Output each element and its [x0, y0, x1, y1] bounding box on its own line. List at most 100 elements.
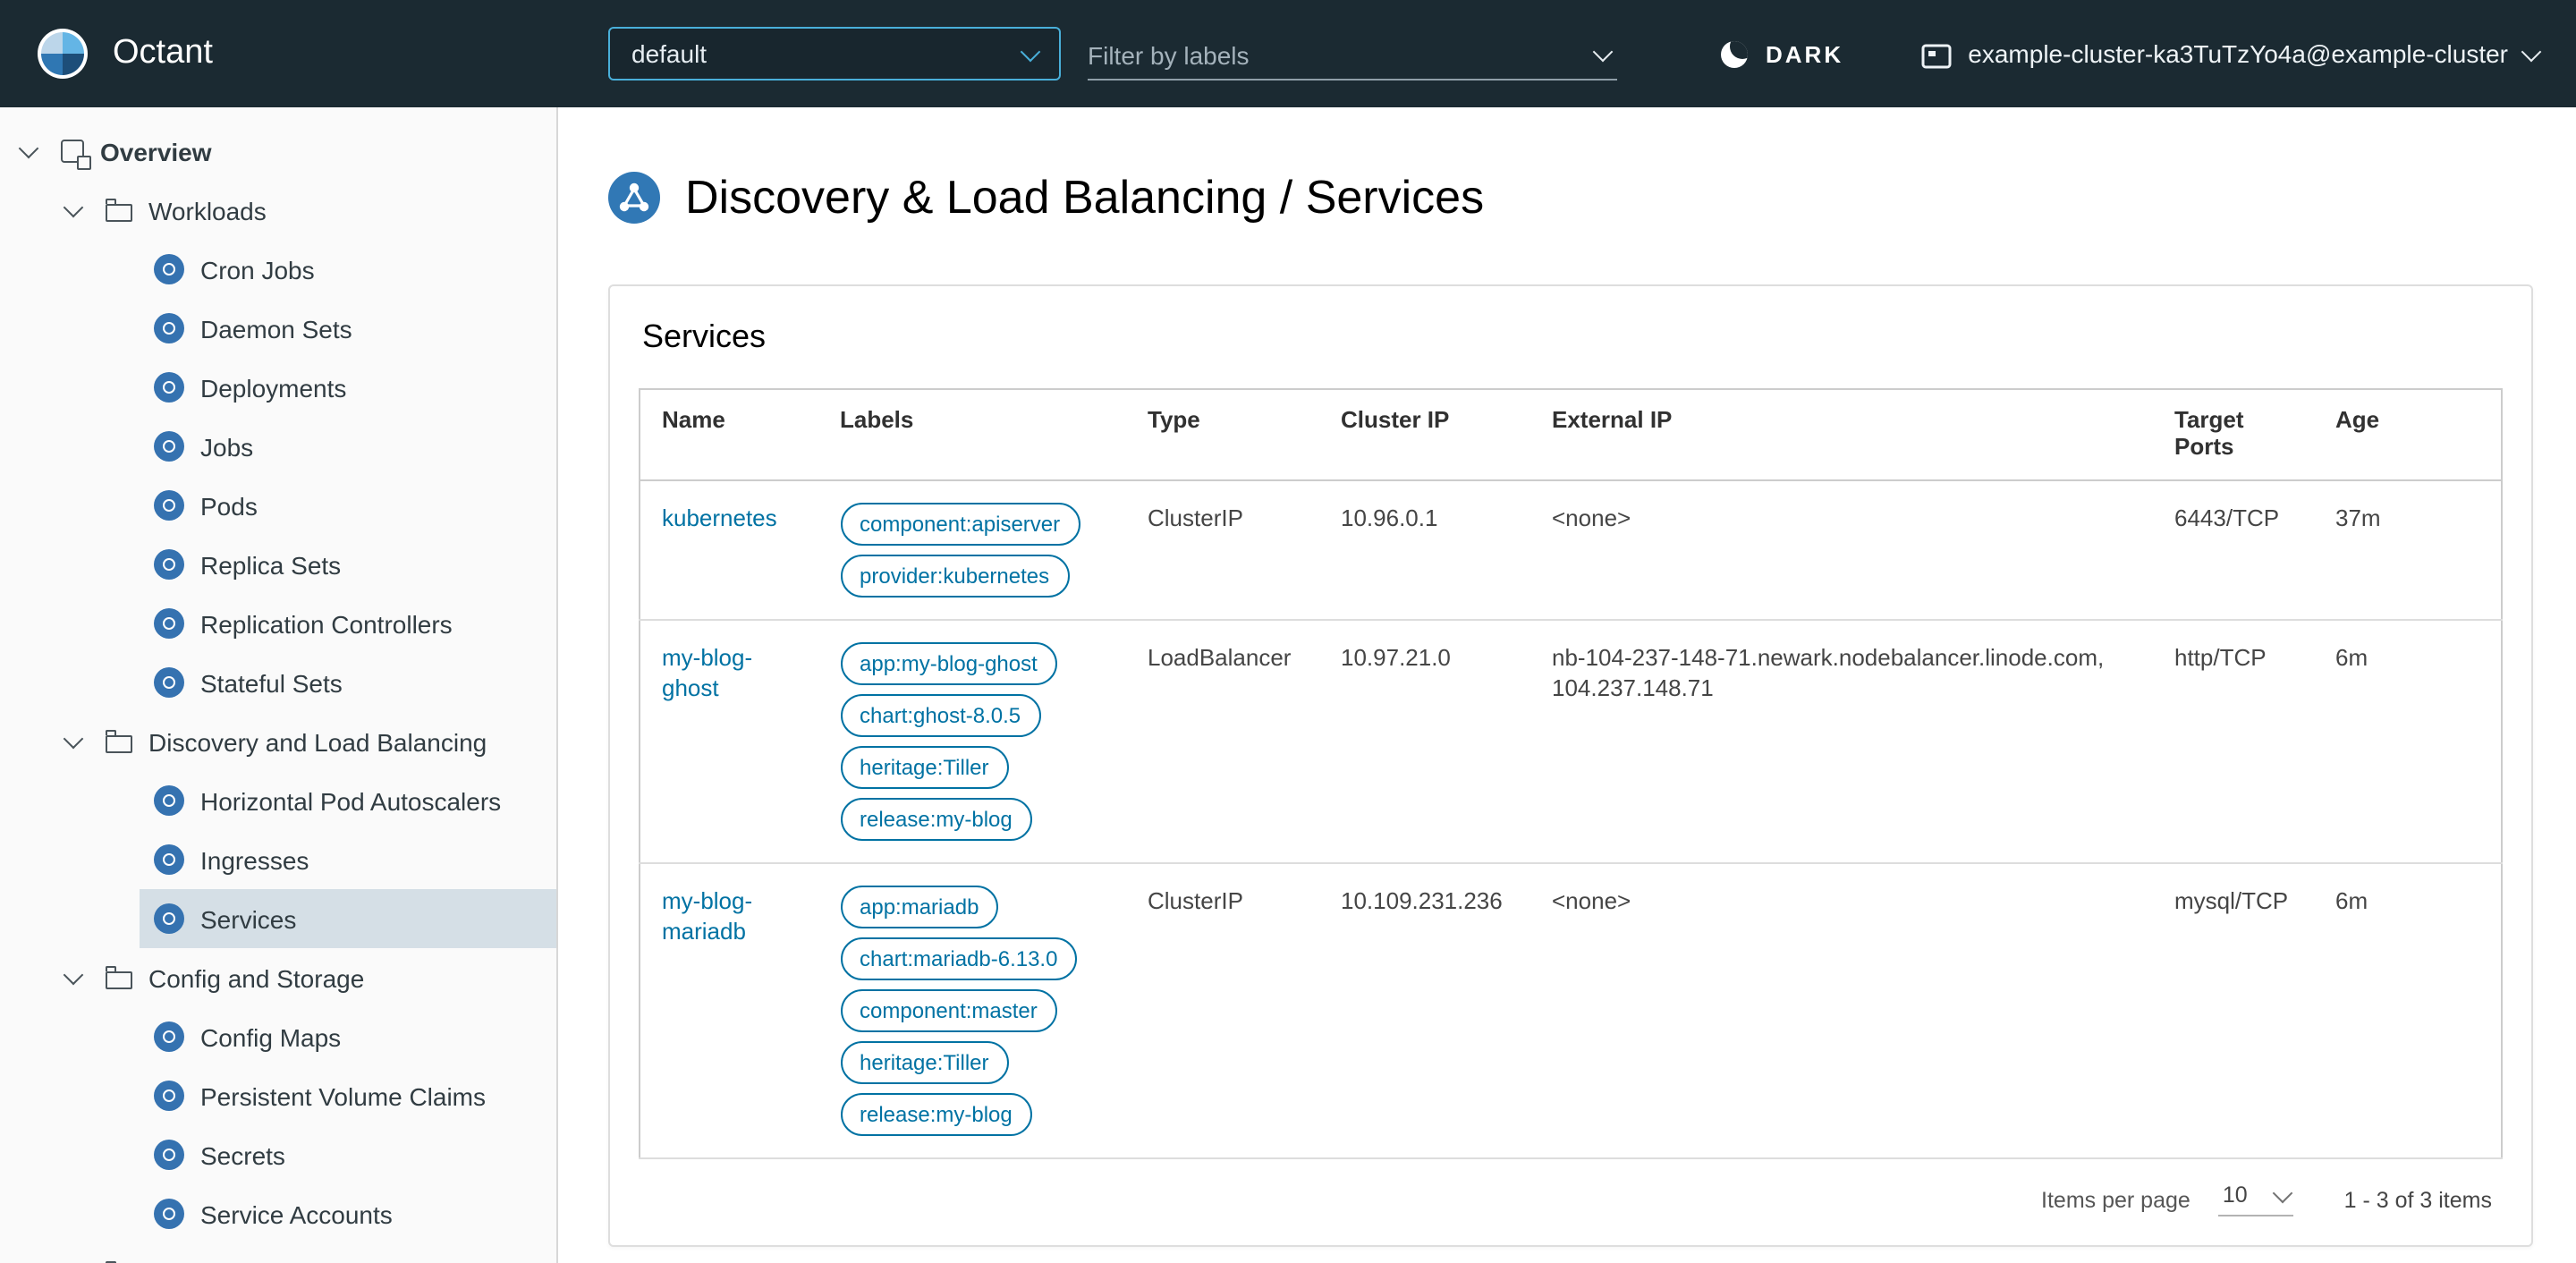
- sidebar-item-link[interactable]: Config Maps: [140, 1007, 556, 1066]
- moon-icon: [1721, 40, 1748, 67]
- sidebar-item-link[interactable]: Replica Sets: [140, 535, 556, 594]
- sidebar-item[interactable]: Ingresses: [0, 830, 556, 889]
- sidebar-item-link[interactable]: Cron Jobs: [140, 240, 556, 299]
- sidebar-item[interactable]: Stateful Sets: [0, 653, 556, 712]
- label-pill[interactable]: app:my-blog-ghost: [840, 642, 1057, 685]
- label-pill[interactable]: provider:kubernetes: [840, 555, 1070, 598]
- k8s-resource-icon: [154, 1081, 184, 1111]
- items-per-page-select[interactable]: 10: [2218, 1182, 2294, 1216]
- sidebar-item-link[interactable]: Jobs: [140, 417, 556, 476]
- sidebar-item-link[interactable]: Horizontal Pod Autoscalers: [140, 771, 556, 830]
- k8s-resource-icon: [154, 313, 184, 343]
- context-name: example-cluster-ka3TuTzYo4a@example-clus…: [1968, 39, 2508, 68]
- k8s-resource-icon: [154, 431, 184, 462]
- label-pill[interactable]: heritage:Tiller: [840, 746, 1009, 789]
- sidebar-item-link[interactable]: Deployments: [140, 358, 556, 417]
- sidebar-item[interactable]: Discovery and Load Balancing: [0, 712, 556, 771]
- cell-age: 37m: [2314, 480, 2502, 621]
- label-pill[interactable]: app:mariadb: [840, 886, 999, 928]
- caret-down-icon[interactable]: [1592, 40, 1614, 62]
- caret-down-icon: [2521, 40, 2542, 62]
- page-title: Discovery & Load Balancing / Services: [685, 170, 1485, 224]
- chevron-down-icon[interactable]: [18, 138, 39, 159]
- sidebar-item-label: Deployments: [200, 373, 347, 402]
- sidebar-item[interactable]: Config and Storage: [0, 948, 556, 1007]
- sidebar-item-label: Custom Resources: [148, 1259, 361, 1263]
- sidebar-item[interactable]: Replication Controllers: [0, 594, 556, 653]
- cell-age: 6m: [2314, 863, 2502, 1159]
- sidebar-item-label: Cron Jobs: [200, 255, 315, 284]
- sidebar-item-link[interactable]: Config and Storage: [105, 948, 556, 1007]
- service-name-link[interactable]: my-blog-ghost: [662, 644, 752, 701]
- label-pill[interactable]: release:my-blog: [840, 798, 1032, 841]
- sidebar-item[interactable]: Service Accounts: [0, 1184, 556, 1243]
- service-name-link[interactable]: my-blog-mariadb: [662, 887, 752, 945]
- sidebar-item[interactable]: Persistent Volume Claims: [0, 1066, 556, 1125]
- sidebar-item-link[interactable]: Discovery and Load Balancing: [105, 712, 556, 771]
- column-header: Age: [2314, 389, 2502, 481]
- sidebar-item[interactable]: Config Maps: [0, 1007, 556, 1066]
- octant-app: Octant default DARK example-cluster-ka3T…: [0, 0, 2576, 1263]
- sidebar-item-link[interactable]: Daemon Sets: [140, 299, 556, 358]
- k8s-resource-icon: [154, 490, 184, 521]
- column-header: Type: [1126, 389, 1319, 481]
- cluster-icon: [1921, 42, 1952, 69]
- sidebar-item-link[interactable]: Ingresses: [140, 830, 556, 889]
- label-pill[interactable]: heritage:Tiller: [840, 1041, 1009, 1084]
- label-pill[interactable]: chart:mariadb-6.13.0: [840, 937, 1078, 980]
- sidebar-item-link[interactable]: Replication Controllers: [140, 594, 556, 653]
- theme-toggle-button[interactable]: DARK: [1721, 0, 1843, 107]
- k8s-resource-icon: [154, 1140, 184, 1170]
- sidebar-item[interactable]: Replica Sets: [0, 535, 556, 594]
- label-pill[interactable]: release:my-blog: [840, 1093, 1032, 1136]
- sidebar-item[interactable]: Deployments: [0, 358, 556, 417]
- namespace-dropdown[interactable]: default: [608, 27, 1061, 81]
- sidebar-item-link[interactable]: Secrets: [140, 1125, 556, 1184]
- sidebar-item[interactable]: Horizontal Pod Autoscalers: [0, 771, 556, 830]
- sidebar-item-link[interactable]: Pods: [140, 476, 556, 535]
- service-name-link[interactable]: kubernetes: [662, 504, 777, 531]
- caret-down-icon: [2273, 1182, 2293, 1204]
- chevron-down-icon[interactable]: [63, 964, 84, 986]
- page-title-block: Discovery & Load Balancing / Services: [608, 170, 2576, 225]
- k8s-resource-icon: [154, 372, 184, 403]
- chevron-down-icon[interactable]: [63, 197, 84, 218]
- sidebar-item[interactable]: Cron Jobs: [0, 240, 556, 299]
- sidebar-item-link[interactable]: Custom Resources: [105, 1243, 556, 1263]
- sidebar-item[interactable]: Daemon Sets: [0, 299, 556, 358]
- sidebar-item[interactable]: Secrets: [0, 1125, 556, 1184]
- sidebar-item[interactable]: Services: [0, 889, 556, 948]
- k8s-resource-icon: [154, 549, 184, 580]
- sidebar-item-link[interactable]: Workloads: [105, 181, 556, 240]
- table-row: kubernetes component:apiserver provider:k…: [640, 480, 2502, 621]
- sidebar-item-label: Pods: [200, 491, 258, 520]
- sidebar-item-link[interactable]: Service Accounts: [140, 1184, 556, 1243]
- sidebar-item[interactable]: Pods: [0, 476, 556, 535]
- cell-target-ports: mysql/TCP: [2153, 863, 2314, 1159]
- label-filter-input[interactable]: [1088, 40, 1596, 69]
- sidebar-item[interactable]: Custom Resources: [0, 1243, 556, 1263]
- sidebar-item[interactable]: Overview: [0, 122, 556, 181]
- sidebar-item-link[interactable]: Stateful Sets: [140, 653, 556, 712]
- sidebar-item[interactable]: Workloads: [0, 181, 556, 240]
- label-pill[interactable]: component:apiserver: [840, 503, 1080, 546]
- sidebar-item-label: Replica Sets: [200, 550, 342, 579]
- sidebar-item-link[interactable]: Persistent Volume Claims: [140, 1066, 556, 1125]
- chevron-down-icon[interactable]: [63, 728, 84, 750]
- overview-icon: [61, 140, 91, 170]
- sidebar-item-label: Horizontal Pod Autoscalers: [200, 786, 502, 815]
- sidebar-item-link[interactable]: Services: [140, 889, 556, 948]
- sidebar-item-label: Config and Storage: [148, 963, 365, 992]
- table-row: my-blog-mariadb app:mariadb chart:mariadb…: [640, 863, 2502, 1159]
- brand: Octant: [36, 0, 213, 107]
- context-selector[interactable]: example-cluster-ka3TuTzYo4a@example-clus…: [1921, 0, 2542, 107]
- cell-type: ClusterIP: [1126, 480, 1319, 621]
- cell-age: 6m: [2314, 620, 2502, 864]
- sidebar-item[interactable]: Jobs: [0, 417, 556, 476]
- sidebar-item-link[interactable]: Overview: [61, 122, 556, 181]
- app-name: Octant: [113, 34, 213, 72]
- cell-cluster-ip: 10.96.0.1: [1319, 480, 1530, 621]
- label-pill[interactable]: chart:ghost-8.0.5: [840, 694, 1041, 737]
- label-pill[interactable]: component:master: [840, 989, 1057, 1032]
- cell-target-ports: 6443/TCP: [2153, 480, 2314, 621]
